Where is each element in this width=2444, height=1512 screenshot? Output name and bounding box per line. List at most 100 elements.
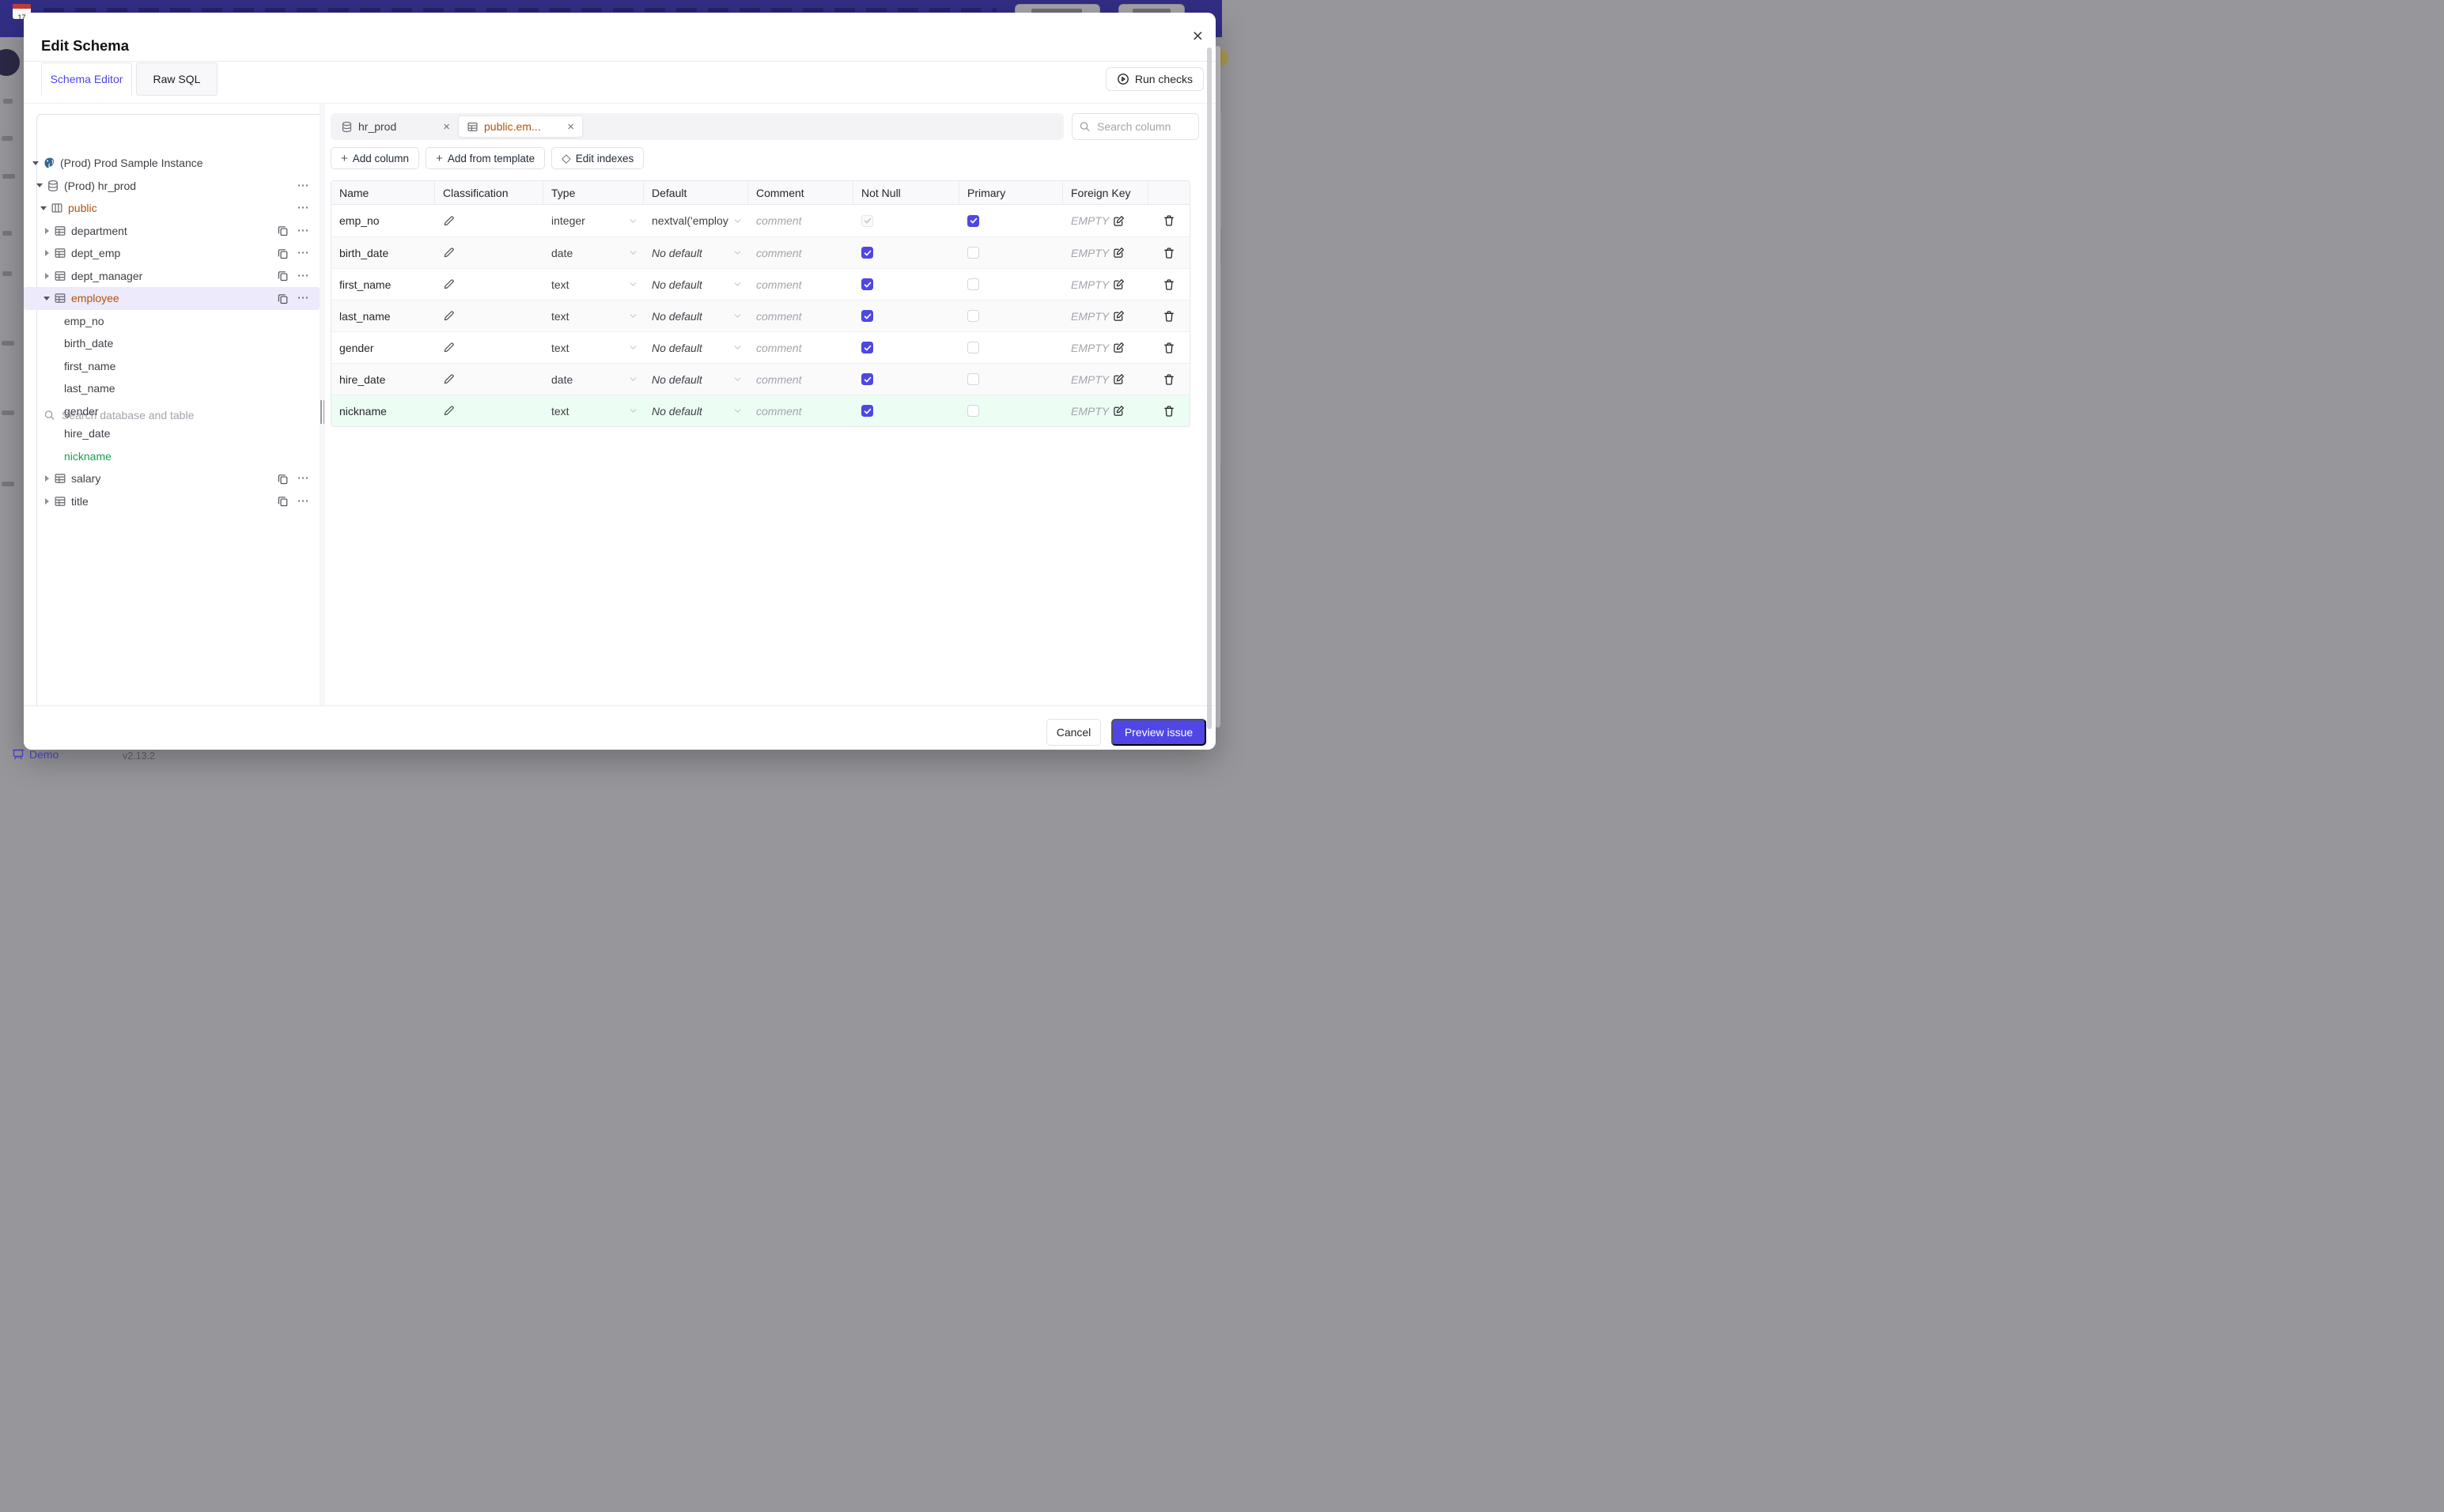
caret-right-icon[interactable]	[43, 250, 51, 256]
edit-foreign-key-icon[interactable]	[1113, 342, 1125, 353]
type-select[interactable]: text	[543, 332, 644, 363]
caret-down-icon[interactable]	[32, 161, 40, 165]
primary-checkbox[interactable]	[967, 405, 979, 417]
more-menu-icon[interactable]: ⋯	[297, 180, 311, 191]
delete-column-icon[interactable]	[1163, 310, 1175, 323]
default-select[interactable]: No default	[644, 269, 748, 300]
caret-down-icon[interactable]	[43, 297, 51, 301]
column-name-cell[interactable]: birth_date	[331, 237, 435, 268]
tree-column-emp-no[interactable]: emp_no	[24, 310, 320, 333]
more-menu-icon[interactable]: ⋯	[297, 247, 311, 259]
type-select[interactable]: date	[543, 237, 644, 268]
comment-input[interactable]: comment	[748, 237, 853, 268]
default-select[interactable]: No default	[644, 301, 748, 331]
resize-handle[interactable]	[320, 400, 324, 424]
comment-input[interactable]: comment	[748, 332, 853, 363]
comment-input[interactable]: comment	[748, 205, 853, 236]
primary-checkbox[interactable]	[967, 373, 979, 385]
default-select[interactable]: No default	[644, 364, 748, 395]
primary-checkbox[interactable]	[967, 342, 979, 353]
not-null-checkbox[interactable]	[861, 247, 873, 259]
tree-item-database-hr-prod[interactable]: (Prod) hr_prod ⋯	[24, 175, 320, 198]
tree-item-table-dept-manager[interactable]: dept_manager ⋯	[24, 265, 320, 288]
not-null-checkbox[interactable]	[861, 214, 873, 227]
comment-input[interactable]: comment	[748, 301, 853, 331]
more-menu-icon[interactable]: ⋯	[297, 270, 311, 282]
tab-chip-hr-prod[interactable]: hr_prod ×	[333, 115, 458, 138]
default-select[interactable]: No default	[644, 395, 748, 426]
primary-checkbox[interactable]	[967, 278, 979, 290]
tab-chip-public-employee[interactable]: public.em... ×	[458, 115, 583, 138]
edit-classification-icon[interactable]	[443, 247, 455, 259]
tree-item-table-department[interactable]: department ⋯	[24, 220, 320, 243]
column-name-cell[interactable]: nickname	[331, 395, 435, 426]
foreign-key-cell[interactable]: EMPTY	[1063, 237, 1148, 268]
tab-raw-sql[interactable]: Raw SQL	[136, 62, 218, 96]
not-null-checkbox[interactable]	[861, 278, 873, 290]
more-menu-icon[interactable]: ⋯	[297, 225, 311, 236]
column-name-cell[interactable]: gender	[331, 332, 435, 363]
delete-column-icon[interactable]	[1163, 342, 1175, 354]
type-select[interactable]: text	[543, 301, 644, 331]
foreign-key-cell[interactable]: EMPTY	[1063, 395, 1148, 426]
caret-right-icon[interactable]	[43, 498, 51, 505]
type-select[interactable]: integer	[543, 205, 644, 236]
delete-column-icon[interactable]	[1163, 278, 1175, 291]
close-tab-icon[interactable]: ×	[443, 120, 450, 134]
default-select[interactable]: nextval('employ	[644, 205, 748, 236]
duplicate-table-icon[interactable]	[277, 225, 289, 236]
tree-item-schema-public[interactable]: public ⋯	[24, 197, 320, 220]
delete-column-icon[interactable]	[1163, 214, 1175, 227]
edit-classification-icon[interactable]	[443, 342, 455, 353]
comment-input[interactable]: comment	[748, 269, 853, 300]
page-scrollbar[interactable]	[1215, 46, 1220, 728]
type-select[interactable]: text	[543, 269, 644, 300]
tree-column-nickname[interactable]: nickname	[24, 445, 320, 468]
more-menu-icon[interactable]: ⋯	[297, 202, 311, 214]
column-name-cell[interactable]: emp_no	[331, 205, 435, 236]
edit-classification-icon[interactable]	[443, 405, 455, 417]
edit-foreign-key-icon[interactable]	[1113, 247, 1125, 259]
edit-classification-icon[interactable]	[443, 373, 455, 385]
foreign-key-cell[interactable]: EMPTY	[1063, 332, 1148, 363]
type-select[interactable]: text	[543, 395, 644, 426]
edit-foreign-key-icon[interactable]	[1113, 310, 1125, 322]
not-null-checkbox[interactable]	[861, 405, 873, 417]
caret-right-icon[interactable]	[43, 475, 51, 482]
edit-indexes-button[interactable]: ◇ Edit indexes	[551, 147, 645, 169]
edit-classification-icon[interactable]	[443, 215, 455, 227]
add-from-template-button[interactable]: + Add from template	[426, 147, 546, 169]
tree-item-table-employee[interactable]: employee ⋯	[24, 287, 320, 310]
duplicate-table-icon[interactable]	[277, 495, 289, 507]
edit-foreign-key-icon[interactable]	[1113, 278, 1125, 290]
tree-item-table-salary[interactable]: salary ⋯	[24, 467, 320, 490]
not-null-checkbox[interactable]	[861, 342, 873, 353]
edit-classification-icon[interactable]	[443, 310, 455, 322]
tree-item-table-title[interactable]: title ⋯	[24, 490, 320, 513]
foreign-key-cell[interactable]: EMPTY	[1063, 269, 1148, 300]
delete-column-icon[interactable]	[1163, 247, 1175, 259]
caret-down-icon[interactable]	[36, 183, 44, 187]
tree-column-birth-date[interactable]: birth_date	[24, 332, 320, 355]
edit-classification-icon[interactable]	[443, 278, 455, 290]
dialog-scrollbar[interactable]	[1207, 47, 1212, 729]
caret-right-icon[interactable]	[43, 273, 51, 279]
search-column-input[interactable]	[1072, 113, 1199, 140]
default-select[interactable]: No default	[644, 237, 748, 268]
primary-checkbox[interactable]	[967, 247, 979, 259]
duplicate-table-icon[interactable]	[277, 293, 289, 304]
type-select[interactable]: date	[543, 364, 644, 395]
tree-item-table-dept-emp[interactable]: dept_emp ⋯	[24, 242, 320, 265]
tree-column-last-name[interactable]: last_name	[24, 377, 320, 400]
edit-foreign-key-icon[interactable]	[1113, 405, 1125, 417]
tab-schema-editor[interactable]: Schema Editor	[41, 62, 132, 96]
column-name-cell[interactable]: last_name	[331, 301, 435, 331]
close-tab-icon[interactable]: ×	[567, 120, 574, 134]
duplicate-table-icon[interactable]	[277, 248, 289, 259]
foreign-key-cell[interactable]: EMPTY	[1063, 205, 1148, 236]
column-name-cell[interactable]: first_name	[331, 269, 435, 300]
delete-column-icon[interactable]	[1163, 373, 1175, 386]
run-checks-button[interactable]: Run checks	[1105, 67, 1204, 91]
edit-foreign-key-icon[interactable]	[1113, 215, 1125, 227]
comment-input[interactable]: comment	[748, 364, 853, 395]
